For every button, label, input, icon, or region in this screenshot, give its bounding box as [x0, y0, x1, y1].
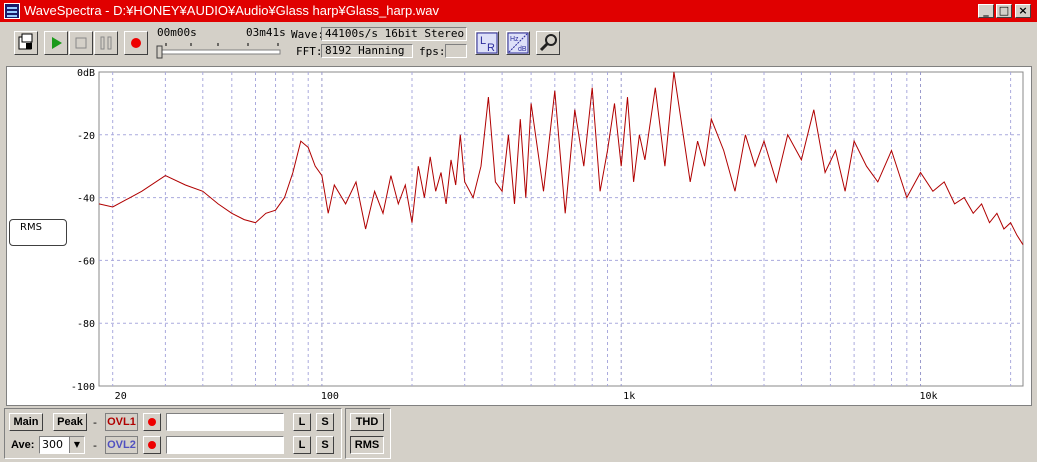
time-end: 03m41s [246, 26, 286, 39]
app-icon[interactable] [4, 3, 20, 19]
pause-icon [100, 36, 112, 50]
dash-2: - [93, 439, 97, 452]
ovl2-input[interactable] [166, 436, 284, 454]
x-tick-label: 1k [623, 391, 635, 402]
rms-button[interactable]: RMS [350, 436, 384, 454]
wrench-icon [539, 34, 557, 52]
y-tick-label: -20 [77, 131, 95, 142]
play-button[interactable] [44, 31, 68, 55]
open-file-icon [18, 33, 33, 50]
fps-field [445, 44, 467, 58]
settings-button[interactable] [536, 31, 560, 55]
stop-button[interactable] [69, 31, 93, 55]
y-tick-label: -100 [71, 382, 95, 393]
plot-area [98, 71, 1024, 387]
dash-1: - [93, 416, 97, 429]
record-icon [148, 418, 156, 426]
maximize-button[interactable]: □ [996, 4, 1012, 18]
play-icon [52, 37, 62, 49]
stop-icon [75, 37, 87, 49]
fft-info-field: 8192 Hanning [321, 44, 413, 58]
fps-label: fps: [419, 45, 446, 58]
svg-text:dB: dB [518, 46, 527, 53]
rms-indicator[interactable]: RMS [9, 219, 67, 246]
x-tick-label: 100 [321, 391, 339, 402]
ave-label: Ave: [11, 439, 35, 451]
chevron-down-icon[interactable]: ▼ [69, 437, 84, 453]
minimize-button[interactable]: _ [978, 4, 994, 18]
ovl1-s-button[interactable]: S [316, 413, 334, 431]
ovl1-record-button[interactable] [143, 413, 161, 431]
bottom-controls: Main Peak - OVL1 L S Ave: 300 ▼ - OVL2 L… [0, 408, 1037, 462]
spectrum-chart[interactable]: 0dB -20 -40 -60 -80 -100 20 100 1k 10k [6, 66, 1032, 406]
hz-db-icon: Hz dB [507, 32, 529, 54]
toolbar: 00m00s 03m41s Wave: 44100s/s 16bit Stere… [0, 22, 1037, 64]
thd-button[interactable]: THD [350, 413, 384, 431]
record-icon [131, 38, 141, 48]
svg-text:L: L [480, 35, 486, 47]
x-tick-label: 20 [115, 391, 127, 402]
y-tick-label: -40 [77, 194, 95, 205]
y-tick-label: -80 [77, 319, 95, 330]
main-button[interactable]: Main [9, 413, 43, 431]
fft-label: FFT: [296, 45, 323, 58]
wave-label: Wave: [291, 28, 325, 41]
pause-button[interactable] [94, 31, 118, 55]
hz-db-button[interactable]: Hz dB [506, 31, 530, 55]
ovl1-l-button[interactable]: L [293, 413, 311, 431]
x-tick-label: 10k [919, 391, 937, 402]
record-button[interactable] [124, 31, 148, 55]
close-button[interactable]: × [1015, 4, 1031, 18]
y-tick-label: 0dB [77, 68, 95, 79]
window-title: WaveSpectra - D:¥HONEY¥AUDIO¥Audio¥Glass… [24, 3, 439, 18]
spectrum-plot: 0dB -20 -40 -60 -80 -100 20 100 1k 10k [71, 68, 1024, 402]
ave-select[interactable]: 300 ▼ [39, 436, 85, 454]
open-file-button[interactable] [14, 31, 38, 55]
ovl2-s-button[interactable]: S [316, 436, 334, 454]
peak-button[interactable]: Peak [53, 413, 87, 431]
time-start: 00m00s [157, 26, 197, 39]
rms-indicator-label: RMS [20, 222, 42, 233]
position-slider[interactable] [156, 39, 286, 61]
lr-button[interactable]: L R [475, 31, 499, 55]
lr-icon: L R [476, 32, 498, 54]
ovl2-l-button[interactable]: L [293, 436, 311, 454]
y-tick-label: -60 [77, 256, 95, 267]
ovl1-input[interactable] [166, 413, 284, 431]
wave-info-field: 44100s/s 16bit Stereo [321, 27, 467, 41]
record-icon [148, 441, 156, 449]
ovl1-button[interactable]: OVL1 [105, 413, 138, 431]
title-bar: WaveSpectra - D:¥HONEY¥AUDIO¥Audio¥Glass… [0, 0, 1037, 22]
slider-thumb [156, 45, 163, 59]
ave-value: 300 [42, 438, 63, 451]
svg-text:Hz: Hz [510, 36, 519, 43]
ovl2-record-button[interactable] [143, 436, 161, 454]
ovl2-button[interactable]: OVL2 [105, 436, 138, 454]
svg-text:R: R [487, 42, 495, 54]
